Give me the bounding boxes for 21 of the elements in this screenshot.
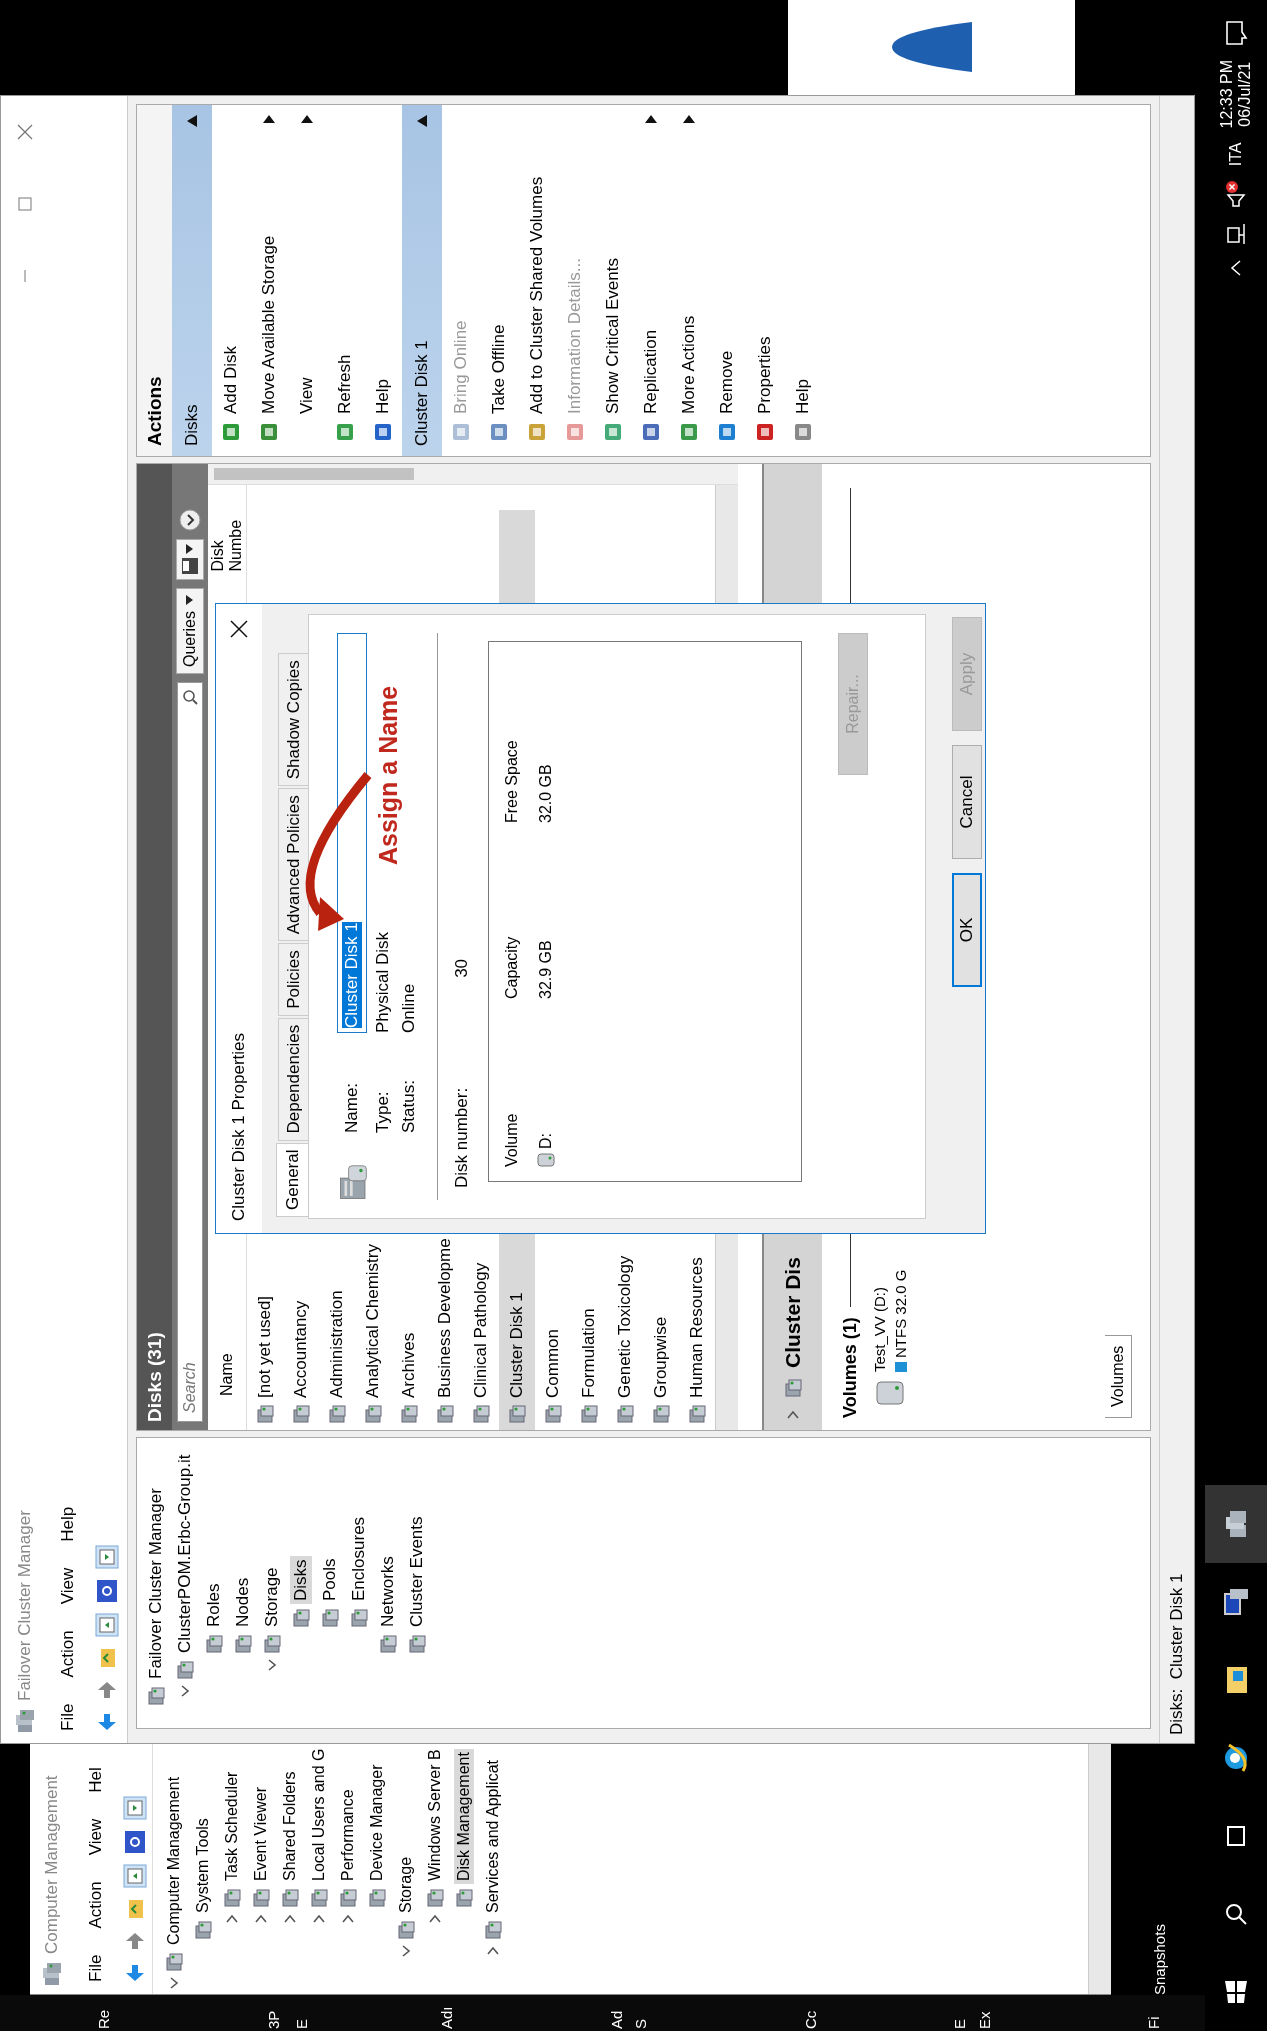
window-title: Failover Cluster Manager (15, 1510, 35, 1701)
volume-info: NTFS 32.0 G (892, 1269, 909, 1358)
panel-title: Actions (137, 105, 172, 456)
field-value: 30 (452, 958, 472, 978)
column-header: Free Space (503, 739, 521, 823)
dialog-title: Cluster Disk 1 Properties (229, 1033, 249, 1221)
field-value: Physical Disk (373, 931, 393, 1033)
section-title: Volumes (1) (840, 1317, 861, 1418)
table-cell-text: 32.9 GB (537, 939, 555, 999)
field-value: Online (399, 983, 419, 1033)
table-cell: D: (537, 1133, 555, 1149)
panel-title: Disks (31) (137, 464, 172, 1430)
volume-name: Test_VV (D:) (871, 1285, 888, 1372)
field-label: Disk number: (452, 1087, 472, 1188)
table-cell-text: 32.0 GB (537, 763, 555, 823)
field-label: Name: (342, 1082, 362, 1133)
field-label: Status: (399, 1080, 419, 1133)
field-label: Type: (373, 1091, 393, 1133)
column-header: Capacity (503, 935, 521, 999)
column-header: Volume (503, 1112, 521, 1167)
window-title: Computer Management (42, 1775, 62, 1954)
